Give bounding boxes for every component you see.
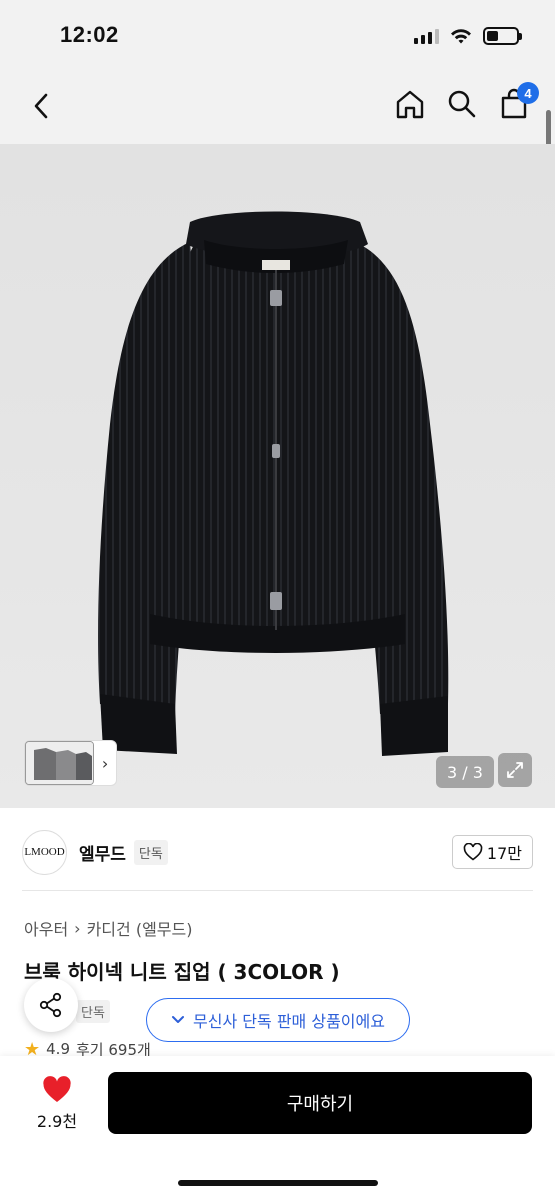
brand-name[interactable]: 엘무드 [79,840,126,865]
rating-row[interactable]: ★ 4.9 후기 695개 [24,1042,151,1056]
brand-row: LMOOD 엘무드 단독 17만 [22,828,533,876]
chevron-right-icon: › [74,918,81,938]
battery-icon [483,27,522,45]
chevron-right-icon[interactable]: › [94,754,116,773]
thumbnail-strip[interactable]: › [24,740,117,786]
rating-value: 4.9 [46,1042,70,1056]
breadcrumb: 아우터 › 카디건 (엘무드) [24,916,192,940]
breadcrumb-subcategory[interactable]: 카디건 (엘무드) [87,916,193,940]
home-button[interactable] [393,86,427,122]
wishlist-button[interactable]: 2.9천 [30,1076,84,1132]
exclusive-notice-pill[interactable]: 무신사 단독 판매 상품이에요 [146,998,410,1042]
image-counter: 3 / 3 [436,756,494,788]
search-icon [448,90,476,118]
home-icon [396,90,424,119]
exclusive-chip: 단독 [76,1000,110,1023]
star-icon: ★ [24,1042,41,1056]
brand-logo[interactable]: LMOOD [22,829,67,875]
cart-count-badge: 4 [517,82,539,104]
chevron-left-icon[interactable] [28,90,56,122]
brand-like-button[interactable]: 17만 [451,835,533,869]
bottom-action-bar: 2.9천 구매하기 [0,1056,555,1200]
status-time: 12:02 [60,22,119,47]
wishlist-count: 2.9천 [36,1112,78,1131]
cellular-signal-icon [414,28,439,44]
thumbnail-image[interactable] [25,741,95,785]
expand-icon [507,762,523,778]
home-indicator [178,1180,378,1186]
heart-outline-icon [463,843,483,861]
heart-filled-icon [43,1076,71,1102]
product-photo [98,211,449,756]
top-navigation: 4 [0,70,555,144]
buy-button[interactable]: 구매하기 [108,1072,532,1134]
brand-like-count: 17만 [486,844,522,863]
chevron-down-icon [172,1016,185,1023]
share-button[interactable] [24,978,78,1032]
product-image-gallery[interactable]: › 3 / 3 [0,144,555,808]
wifi-icon [451,29,471,44]
exclusive-badge: 단독 [133,839,168,865]
share-icon [39,992,62,1018]
exclusive-notice-text: 무신사 단독 판매 상품이에요 [193,1012,385,1031]
search-button[interactable] [445,86,479,122]
status-icons [414,27,522,45]
cart-button[interactable]: 4 [497,82,539,122]
nav-actions: 4 [393,82,539,122]
status-bar: 12:02 [0,0,555,70]
review-count: 후기 695개 [76,1042,151,1056]
breadcrumb-category[interactable]: 아우터 [24,916,68,940]
expand-button[interactable] [498,753,532,787]
product-title: 브룩 하이넥 니트 집업 ( 3COLOR ) [24,960,340,984]
divider [22,890,533,891]
